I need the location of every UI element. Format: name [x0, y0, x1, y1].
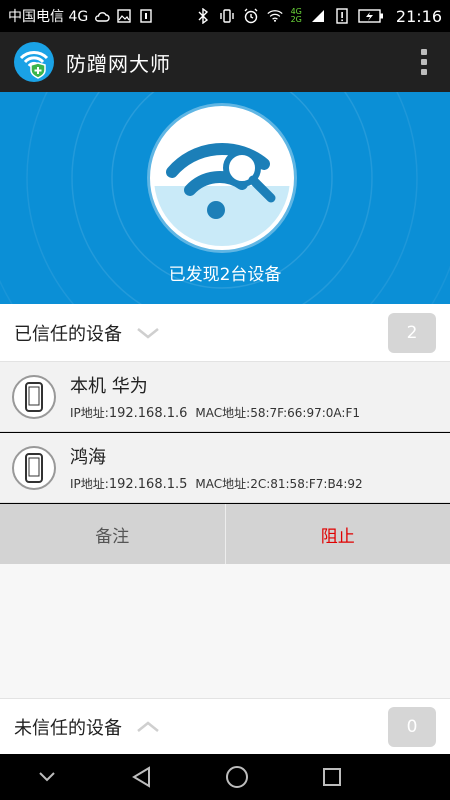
cell-signal-icon: [310, 8, 326, 24]
clock: 21:16: [395, 6, 442, 26]
vibrate-icon: [219, 8, 235, 24]
device-address: IP地址:192.168.1.6 MAC地址:58:7F:66:97:0A:F1: [70, 406, 360, 421]
cloud-icon: [94, 8, 110, 24]
untrusted-devices-header[interactable]: 未信任的设备 0: [0, 698, 450, 754]
device-name: 鸿海: [70, 447, 106, 468]
wifi-shield-icon: [14, 42, 54, 82]
status-bar: 中国电信 4G 4G 2G 21:16: [0, 0, 450, 32]
image-icon: [116, 8, 132, 24]
sim-icon: [138, 8, 154, 24]
chevron-up-icon: [137, 720, 159, 732]
system-nav-bar: [0, 754, 450, 800]
device-name: 本机 华为: [70, 376, 148, 397]
battery-charging-icon: [358, 8, 384, 24]
device-address: IP地址:192.168.1.5 MAC地址:2C:81:58:F7:B4:92: [70, 477, 363, 492]
overflow-menu-icon[interactable]: [412, 44, 436, 80]
block-button[interactable]: 阻止: [226, 504, 450, 564]
wifi-search-icon: [150, 106, 294, 250]
back-icon[interactable]: [122, 757, 162, 797]
app-bar: 防蹭网大师: [0, 32, 450, 92]
chevron-down-icon: [137, 327, 159, 339]
bluetooth-icon: [195, 8, 211, 24]
device-row[interactable]: 鸿海 IP地址:192.168.1.5 MAC地址:2C:81:58:F7:B4:…: [0, 433, 450, 503]
device-action-bar: 备注 阻止: [0, 504, 450, 564]
phone-icon: [12, 374, 56, 419]
phone-icon: [12, 445, 56, 490]
alarm-icon: [243, 8, 259, 24]
app-title: 防蹭网大师: [66, 51, 171, 76]
section-title: 已信任的设备: [14, 323, 122, 345]
trusted-count-badge: 2: [388, 312, 436, 353]
device-row[interactable]: 本机 华为 IP地址:192.168.1.6 MAC地址:58:7F:66:97:…: [0, 362, 450, 432]
network-type-badge: 4G 2G: [290, 7, 302, 24]
note-button[interactable]: 备注: [0, 504, 226, 564]
hide-keyboard-icon[interactable]: [27, 757, 67, 797]
recent-apps-icon[interactable]: [312, 757, 352, 797]
empty-space: [0, 564, 450, 698]
sim-alert-icon: [334, 8, 350, 24]
section-title: 未信任的设备: [14, 717, 122, 739]
wifi-signal-icon: [266, 8, 283, 24]
scan-result-banner: 已发现2台设备: [0, 92, 450, 304]
trusted-devices-header[interactable]: 已信任的设备 2: [0, 304, 450, 362]
carrier-label: 中国电信 4G: [8, 9, 89, 25]
device-count-text: 已发现2台设备: [168, 265, 282, 285]
untrusted-count-badge: 0: [388, 706, 436, 747]
home-icon[interactable]: [217, 757, 257, 797]
